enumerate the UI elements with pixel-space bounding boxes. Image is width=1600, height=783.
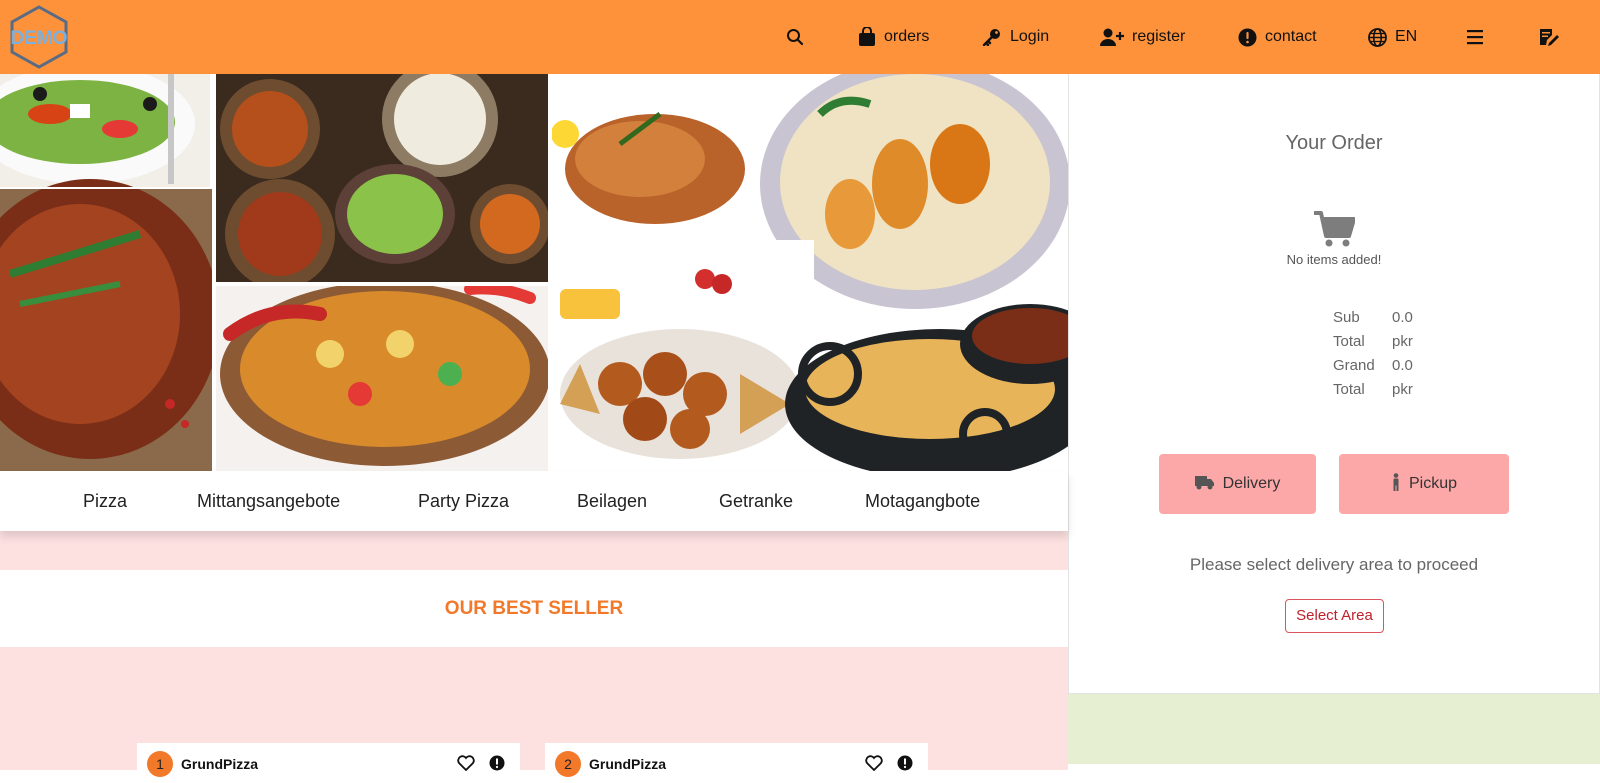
language-selector[interactable]: EN [1368,0,1417,74]
language-label: EN [1395,28,1418,45]
category-mittangsangebote[interactable]: Mittangsangebote [197,471,340,531]
grand-total-currency: pkr [1392,381,1413,398]
menu-button[interactable] [1466,0,1484,74]
shopping-cart-icon [1313,210,1356,253]
sub-total-value: 0.0 [1392,309,1413,326]
product-card[interactable]: 2 GrundPizza [545,743,928,783]
section-spacer [0,531,1068,570]
svg-text:DEMO: DEMO [11,28,68,49]
category-pizza[interactable]: Pizza [83,471,127,531]
grand-total-label: Grand [1333,357,1375,374]
category-motagangbote[interactable]: Motagangbote [865,471,980,531]
empty-cart-text: No items added! [1286,252,1382,267]
login-link[interactable]: Login [982,0,1049,74]
pickup-button[interactable]: Pickup [1339,454,1509,514]
info-icon[interactable] [489,755,505,776]
orders-label: orders [884,28,930,45]
category-getranke[interactable]: Getranke [719,471,793,531]
rank-badge: 2 [555,751,581,777]
login-label: Login [1010,28,1050,45]
select-area-button[interactable]: Select Area [1285,599,1384,633]
info-icon[interactable] [897,755,913,776]
best-seller-heading: OUR BEST SELLER [0,570,1068,647]
food-collage-banner [0,74,1068,471]
heart-icon[interactable] [865,755,883,776]
grand-total-value: 0.0 [1392,357,1413,374]
category-nav: Pizza Mittangsangebote Party Pizza Beila… [0,471,1068,531]
category-beilagen[interactable]: Beilagen [577,471,647,531]
search-button[interactable] [786,0,804,74]
search-icon [786,28,804,46]
heart-icon[interactable] [457,755,475,776]
sub-total-currency: pkr [1392,333,1413,350]
product-card[interactable]: 1 GrundPizza [137,743,520,783]
order-totals: Sub 0.0 Total pkr Grand 0.0 Total pkr [1333,306,1413,402]
globe-icon [1368,27,1387,47]
delivery-area-prompt: Please select delivery area to proceed [1189,555,1479,574]
category-party-pizza[interactable]: Party Pizza [418,471,509,531]
edit-order-button[interactable] [1538,0,1560,74]
demo-logo[interactable]: DEMO [8,4,70,70]
shopping-bag-icon [858,27,876,47]
truck-icon [1194,474,1215,495]
sub-total-label: Total [1333,333,1365,350]
exclamation-circle-icon [1238,28,1257,47]
user-plus-icon [1100,28,1124,46]
delivery-label: Delivery [1222,475,1281,492]
order-title: Your Order [1285,132,1383,154]
edit-note-icon [1538,27,1560,47]
pickup-label: Pickup [1408,475,1458,492]
contact-link[interactable]: contact [1238,0,1317,74]
order-panel-footer [1068,694,1600,764]
order-panel: Your Order No items added! Sub 0.0 Total p… [1068,74,1600,694]
sub-total-label: Sub [1333,309,1360,326]
orders-link[interactable]: orders [858,0,929,74]
rank-badge: 1 [147,751,173,777]
contact-label: contact [1265,28,1317,45]
person-walking-icon [1391,472,1401,496]
grand-total-label: Total [1333,381,1365,398]
hamburger-menu-icon [1466,29,1484,45]
delivery-button[interactable]: Delivery [1159,454,1316,514]
register-label: register [1132,28,1186,45]
key-icon [982,28,1002,46]
register-link[interactable]: register [1100,0,1185,74]
top-header: DEMO orders Login register contact EN [0,0,1600,74]
